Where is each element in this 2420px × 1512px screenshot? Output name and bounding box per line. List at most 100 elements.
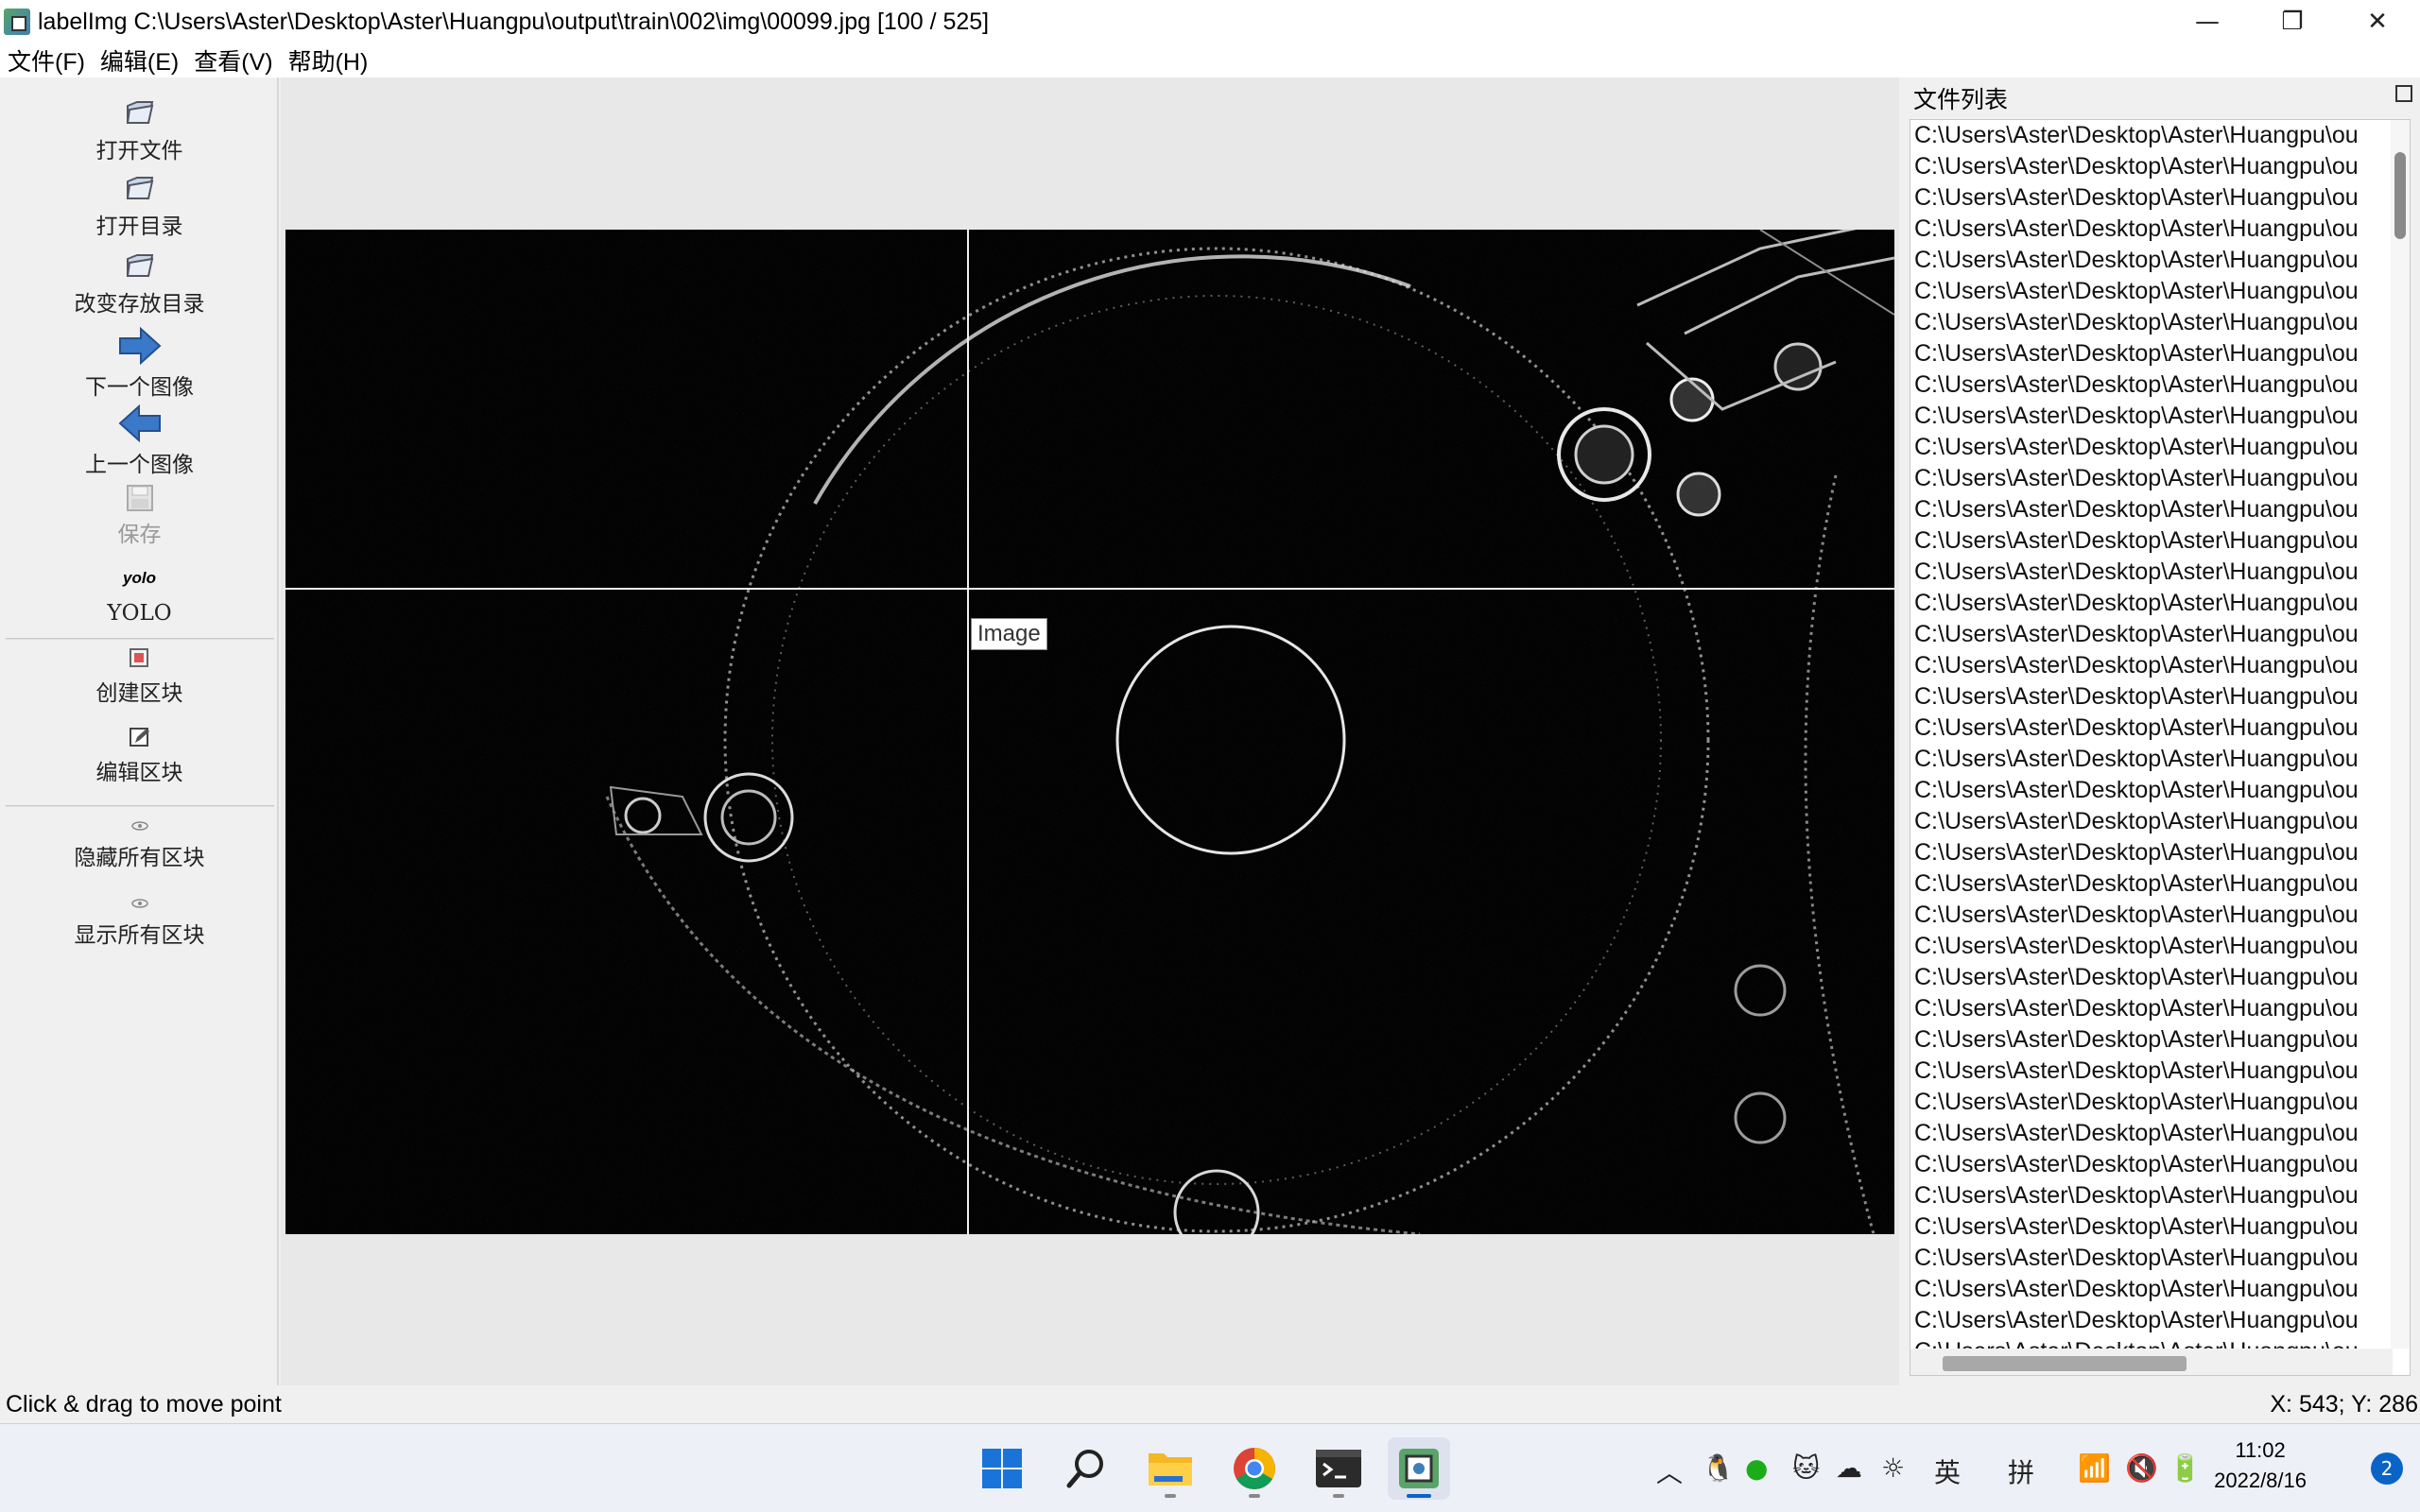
system-clock[interactable]: 11:02 2022/8/16: [2214, 1435, 2307, 1496]
file-explorer-button[interactable]: [1139, 1437, 1201, 1500]
file-list[interactable]: C:\Users\Aster\Desktop\Aster\Huangpu\ou C…: [1910, 119, 2411, 1376]
loaded-image[interactable]: [285, 230, 1894, 1234]
file-list-item[interactable]: C:\Users\Aster\Desktop\Aster\Huangpu\ou: [1910, 151, 2410, 182]
file-list-item[interactable]: C:\Users\Aster\Desktop\Aster\Huangpu\ou: [1910, 338, 2410, 369]
maximize-button[interactable]: ❐: [2250, 0, 2335, 43]
yolo-icon: yolo: [123, 569, 156, 587]
file-list-item[interactable]: C:\Users\Aster\Desktop\Aster\Huangpu\ou: [1910, 245, 2410, 276]
volume-muted-icon[interactable]: 🔇: [2125, 1452, 2158, 1484]
labelimg-taskbar-button[interactable]: [1388, 1437, 1450, 1500]
qq-icon[interactable]: 🐧: [1702, 1452, 1735, 1484]
toolbar-divider: [6, 638, 274, 640]
file-list-item[interactable]: C:\Users\Aster\Desktop\Aster\Huangpu\ou: [1910, 182, 2410, 214]
file-list-item[interactable]: C:\Users\Aster\Desktop\Aster\Huangpu\ou: [1910, 1305, 2410, 1336]
save-disk-icon: [126, 485, 153, 511]
terminal-button[interactable]: [1307, 1437, 1370, 1500]
file-list-item[interactable]: C:\Users\Aster\Desktop\Aster\Huangpu\ou: [1910, 432, 2410, 463]
open-folder-icon: [126, 177, 153, 199]
file-list-item[interactable]: C:\Users\Aster\Desktop\Aster\Huangpu\ou: [1910, 619, 2410, 650]
file-list-item[interactable]: C:\Users\Aster\Desktop\Aster\Huangpu\ou: [1910, 1056, 2410, 1087]
hide-all-button[interactable]: 隐藏所有区块: [0, 816, 279, 871]
edit-box-button[interactable]: 编辑区块: [0, 726, 279, 786]
clock-date: 2022/8/16: [2214, 1469, 2307, 1492]
format-yolo-button[interactable]: yolo YOLO: [0, 569, 279, 626]
ime-mode[interactable]: 拼: [2008, 1452, 2034, 1490]
brightness-icon[interactable]: ☼: [1881, 1452, 1905, 1484]
file-list-item[interactable]: C:\Users\Aster\Desktop\Aster\Huangpu\ou: [1910, 806, 2410, 837]
menu-bar: 文件(F) 编辑(E) 查看(V) 帮助(H): [0, 43, 2420, 77]
save-button[interactable]: 保存: [0, 484, 279, 548]
horizontal-scrollbar[interactable]: [1910, 1349, 2393, 1375]
change-save-dir-button[interactable]: 改变存放目录: [0, 249, 279, 318]
ime-language[interactable]: 英: [1934, 1452, 1961, 1490]
file-list-item[interactable]: C:\Users\Aster\Desktop\Aster\Huangpu\ou: [1910, 1211, 2410, 1243]
file-list-item[interactable]: C:\Users\Aster\Desktop\Aster\Huangpu\ou: [1910, 837, 2410, 868]
window-controls: — ❐ ✕: [2165, 0, 2420, 43]
file-list-item[interactable]: C:\Users\Aster\Desktop\Aster\Huangpu\ou: [1910, 214, 2410, 245]
minimize-button[interactable]: —: [2165, 0, 2250, 43]
file-list-item[interactable]: C:\Users\Aster\Desktop\Aster\Huangpu\ou: [1910, 1087, 2410, 1118]
file-list-item[interactable]: C:\Users\Aster\Desktop\Aster\Huangpu\ou: [1910, 307, 2410, 338]
file-list-item[interactable]: C:\Users\Aster\Desktop\Aster\Huangpu\ou: [1910, 557, 2410, 588]
file-list-item[interactable]: C:\Users\Aster\Desktop\Aster\Huangpu\ou: [1910, 1274, 2410, 1305]
clock-time: 11:02: [2235, 1438, 2286, 1462]
file-list-item[interactable]: C:\Users\Aster\Desktop\Aster\Huangpu\ou: [1910, 962, 2410, 993]
menu-view[interactable]: 查看(V): [186, 43, 280, 77]
battery-icon[interactable]: 🔋: [2169, 1452, 2202, 1484]
open-dir-button[interactable]: 打开目录: [0, 172, 279, 240]
terminal-icon: [1316, 1450, 1361, 1487]
next-image-button[interactable]: 下一个图像: [0, 327, 279, 401]
file-list-item[interactable]: C:\Users\Aster\Desktop\Aster\Huangpu\ou: [1910, 525, 2410, 557]
file-list-item[interactable]: C:\Users\Aster\Desktop\Aster\Huangpu\ou: [1910, 276, 2410, 307]
wifi-icon[interactable]: 📶: [2078, 1452, 2111, 1484]
cat-app-icon[interactable]: 🐱: [1792, 1452, 1820, 1484]
status-message: Click & drag to move point: [6, 1391, 282, 1418]
file-list-item[interactable]: C:\Users\Aster\Desktop\Aster\Huangpu\ou: [1910, 1024, 2410, 1056]
file-list-item[interactable]: C:\Users\Aster\Desktop\Aster\Huangpu\ou: [1910, 120, 2410, 151]
show-all-label: 显示所有区块: [74, 923, 205, 948]
wechat-icon[interactable]: ●: [1745, 1452, 1768, 1484]
file-list-item[interactable]: C:\Users\Aster\Desktop\Aster\Huangpu\ou: [1910, 900, 2410, 931]
file-list-item[interactable]: C:\Users\Aster\Desktop\Aster\Huangpu\ou: [1910, 1118, 2410, 1149]
file-list-item[interactable]: C:\Users\Aster\Desktop\Aster\Huangpu\ou: [1910, 369, 2410, 401]
file-list-item[interactable]: C:\Users\Aster\Desktop\Aster\Huangpu\ou: [1910, 681, 2410, 713]
notification-badge[interactable]: 2: [2371, 1452, 2403, 1485]
file-list-item[interactable]: C:\Users\Aster\Desktop\Aster\Huangpu\ou: [1910, 588, 2410, 619]
file-list-item[interactable]: C:\Users\Aster\Desktop\Aster\Huangpu\ou: [1910, 931, 2410, 962]
horizontal-scroll-thumb[interactable]: [1943, 1356, 2187, 1371]
menu-help[interactable]: 帮助(H): [281, 43, 376, 77]
status-bar: Click & drag to move point X: 543; Y: 28…: [0, 1385, 2420, 1423]
open-file-label: 打开文件: [95, 139, 183, 163]
next-image-label: 下一个图像: [85, 375, 194, 400]
edit-pencil-icon: [129, 728, 149, 747]
close-button[interactable]: ✕: [2335, 0, 2420, 43]
file-list-item[interactable]: C:\Users\Aster\Desktop\Aster\Huangpu\ou: [1910, 1180, 2410, 1211]
chrome-button[interactable]: [1223, 1437, 1286, 1500]
vertical-scroll-thumb[interactable]: [2394, 152, 2406, 239]
prev-image-button[interactable]: 上一个图像: [0, 404, 279, 478]
file-list-item[interactable]: C:\Users\Aster\Desktop\Aster\Huangpu\ou: [1910, 868, 2410, 900]
search-button[interactable]: [1055, 1437, 1117, 1500]
file-list-item[interactable]: C:\Users\Aster\Desktop\Aster\Huangpu\ou: [1910, 650, 2410, 681]
file-list-item[interactable]: C:\Users\Aster\Desktop\Aster\Huangpu\ou: [1910, 1243, 2410, 1274]
file-list-item[interactable]: C:\Users\Aster\Desktop\Aster\Huangpu\ou: [1910, 993, 2410, 1024]
menu-edit[interactable]: 编辑(E): [93, 43, 186, 77]
menu-file[interactable]: 文件(F): [0, 43, 93, 77]
file-list-item[interactable]: C:\Users\Aster\Desktop\Aster\Huangpu\ou: [1910, 494, 2410, 525]
machine-part-photo: [285, 230, 1894, 1234]
open-file-button[interactable]: 打开文件: [0, 96, 279, 164]
file-list-item[interactable]: C:\Users\Aster\Desktop\Aster\Huangpu\ou: [1910, 401, 2410, 432]
vertical-scrollbar[interactable]: [2391, 120, 2410, 1349]
file-list-item[interactable]: C:\Users\Aster\Desktop\Aster\Huangpu\ou: [1910, 744, 2410, 775]
create-box-button[interactable]: 创建区块: [0, 646, 279, 707]
start-button[interactable]: [971, 1437, 1033, 1500]
file-list-item[interactable]: C:\Users\Aster\Desktop\Aster\Huangpu\ou: [1910, 713, 2410, 744]
dock-float-icon[interactable]: [2395, 85, 2412, 102]
file-list-item[interactable]: C:\Users\Aster\Desktop\Aster\Huangpu\ou: [1910, 775, 2410, 806]
open-dir-label: 打开目录: [95, 215, 183, 239]
onedrive-icon[interactable]: ☁: [1836, 1452, 1862, 1484]
file-list-item[interactable]: C:\Users\Aster\Desktop\Aster\Huangpu\ou: [1910, 463, 2410, 494]
show-all-button[interactable]: 显示所有区块: [0, 894, 279, 949]
file-list-item[interactable]: C:\Users\Aster\Desktop\Aster\Huangpu\ou: [1910, 1149, 2410, 1180]
tray-expand-icon[interactable]: ︿: [1656, 1452, 1683, 1490]
